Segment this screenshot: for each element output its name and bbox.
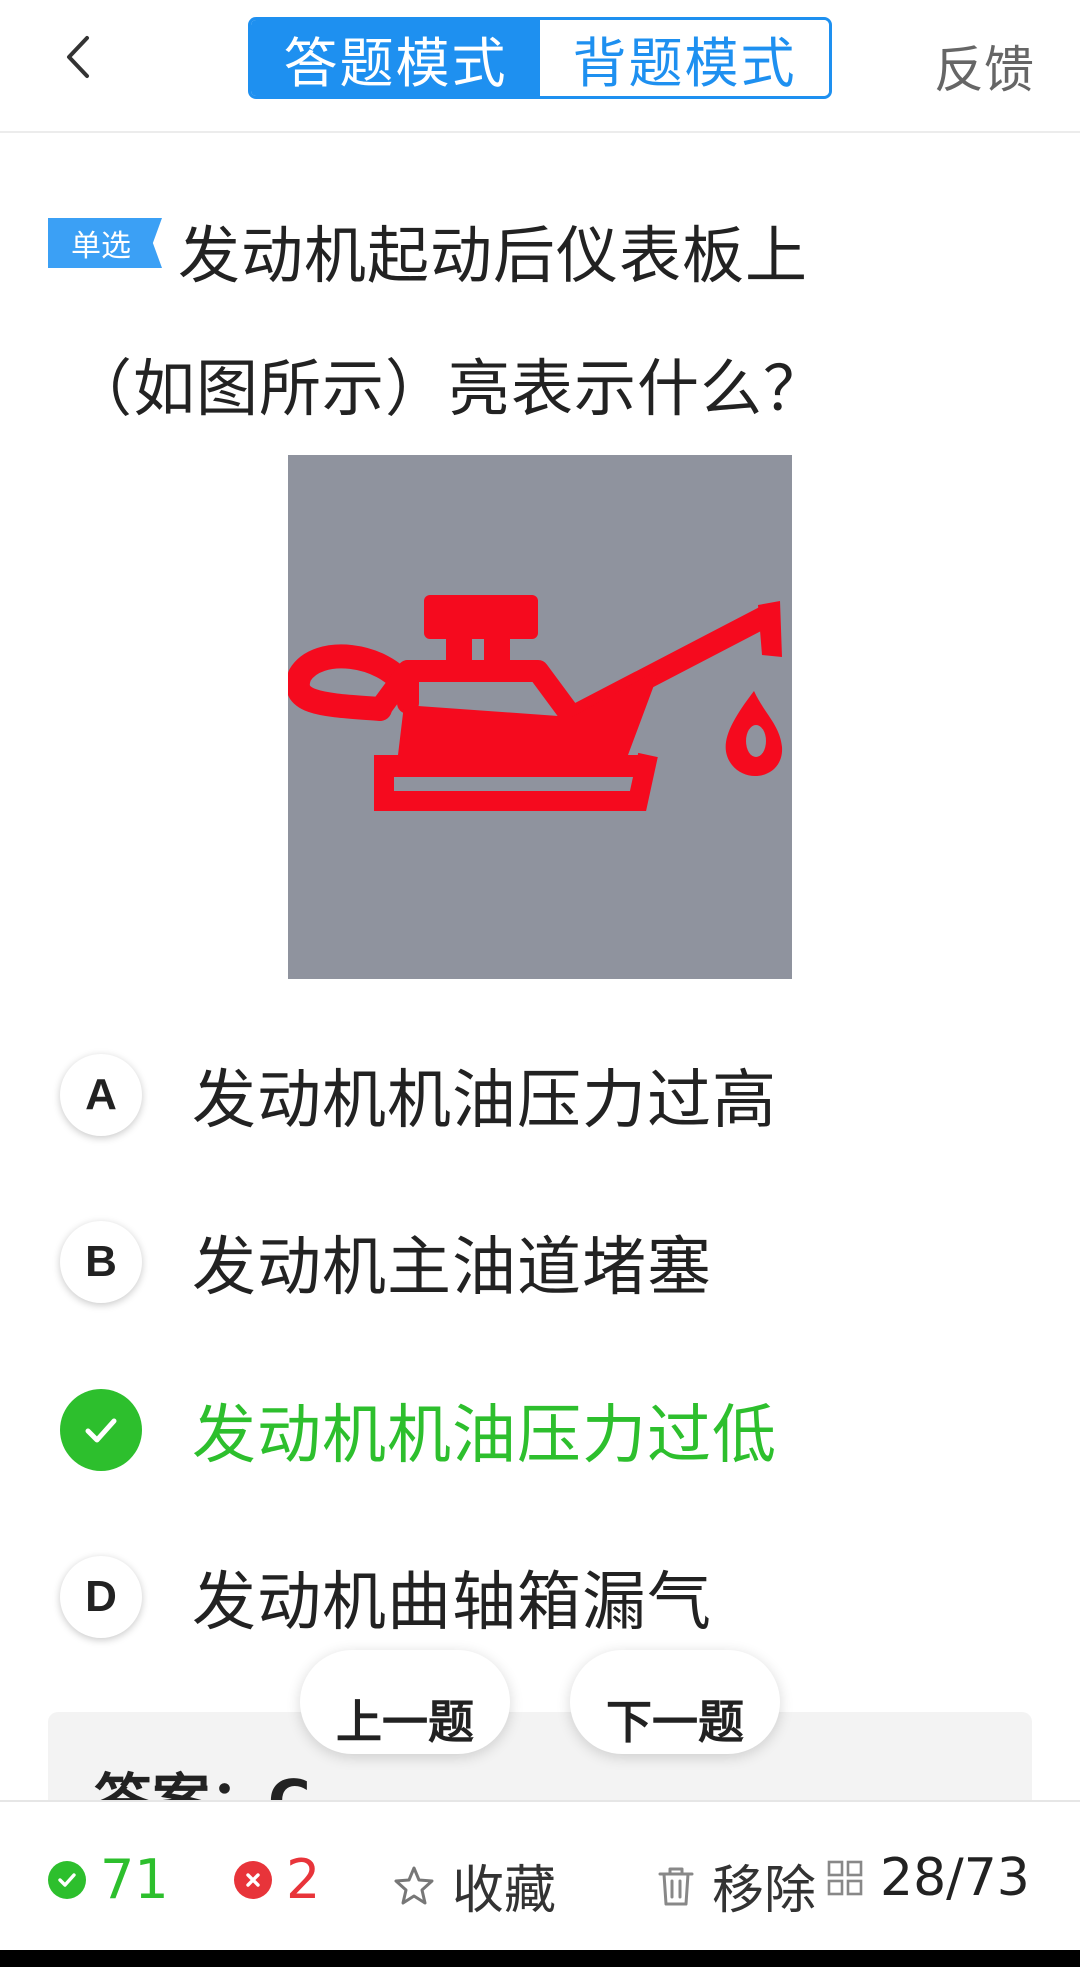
question-type-badge: 单选 [48, 218, 162, 268]
system-nav-strip [0, 1950, 1080, 1967]
oil-pressure-warning-icon [286, 595, 783, 811]
remove-label: 移除 [712, 1861, 817, 1921]
page: 答题模式 背题模式 反馈 单选 发动机起动后仪表板上 （如图所示）亮表示什么？ [0, 0, 1080, 1967]
option-d[interactable]: D 发动机曲轴箱漏气 [60, 1547, 1020, 1647]
mode-segmented-control: 答题模式 背题模式 [248, 17, 832, 99]
correct-count: 71 [48, 1848, 169, 1911]
question-text-line-1: 发动机起动后仪表板上 [178, 219, 809, 292]
trash-icon [658, 1867, 694, 1905]
option-text: 发动机主油道堵塞 [192, 1231, 712, 1305]
question-progress[interactable]: 28/73 [826, 1848, 1030, 1908]
tab-memorize-mode[interactable]: 背题模式 [540, 20, 829, 96]
back-button[interactable] [48, 22, 108, 92]
header: 答题模式 背题模式 反馈 [0, 0, 1080, 133]
option-c-correct[interactable]: 发动机机油压力过低 [60, 1380, 1020, 1480]
option-text: 发动机机油压力过高 [192, 1064, 777, 1138]
progress-value: 28/73 [880, 1848, 1030, 1908]
favorite-button[interactable]: 收藏 [392, 1848, 556, 1923]
remove-button[interactable]: 移除 [656, 1848, 816, 1923]
bottom-bar: 71 2 收藏 移除 28/73 [0, 1800, 1080, 1950]
tab-answer-mode[interactable]: 答题模式 [251, 20, 540, 96]
feedback-button[interactable]: 反馈 [934, 30, 1034, 102]
wrong-count-value: 2 [286, 1848, 321, 1911]
option-a[interactable]: A 发动机机油压力过高 [60, 1045, 1020, 1145]
prev-question-button[interactable]: 上一题 [300, 1650, 510, 1754]
x-circle-icon [234, 1860, 272, 1899]
checkmark-icon [60, 1389, 142, 1471]
question-image [286, 455, 792, 979]
option-text: 发动机曲轴箱漏气 [192, 1566, 712, 1640]
option-text: 发动机机油压力过低 [192, 1399, 777, 1473]
option-letter: A [60, 1054, 142, 1136]
correct-count-value: 71 [100, 1848, 169, 1911]
option-letter: B [60, 1221, 142, 1303]
check-circle-icon [48, 1860, 86, 1899]
wrong-count: 2 [234, 1848, 320, 1911]
next-question-button[interactable]: 下一题 [570, 1650, 780, 1754]
option-letter: D [60, 1556, 142, 1638]
grid-icon [827, 1860, 863, 1896]
option-b[interactable]: B 发动机主油道堵塞 [60, 1212, 1020, 1312]
favorite-label: 收藏 [452, 1861, 557, 1921]
star-icon [394, 1866, 434, 1904]
chevron-left-icon [67, 36, 89, 78]
question-text-line-2: （如图所示）亮表示什么？ [70, 352, 827, 425]
